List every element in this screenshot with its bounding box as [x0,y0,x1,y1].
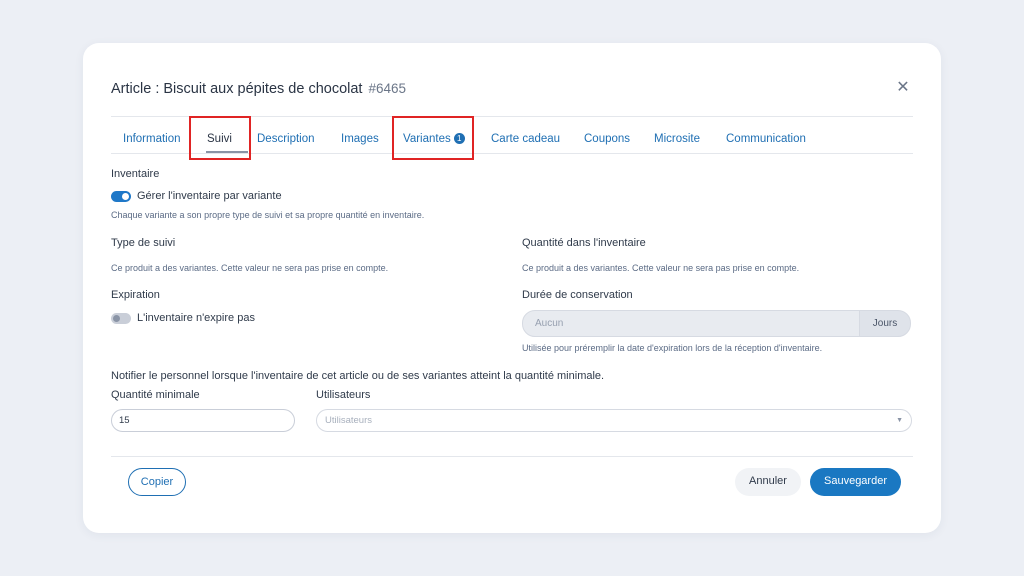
users-select[interactable]: Utilisateurs ▼ [316,409,912,432]
manage-by-variant-toggle[interactable] [111,191,131,202]
manage-by-variant-label: Gérer l'inventaire par variante [137,190,282,202]
notify-text: Notifier le personnel lorsque l'inventai… [111,370,605,382]
shelf-life-help: Utilisée pour préremplir la date d'expir… [522,343,823,353]
users-placeholder: Utilisateurs [325,415,372,426]
shelf-life-input[interactable]: Aucun [522,310,860,337]
article-id: #6465 [368,81,407,96]
cancel-button[interactable]: Annuler [735,468,801,496]
inventory-help: Chaque variante a son propre type de sui… [111,210,425,220]
tab-microsite[interactable]: Microsite [654,127,700,151]
users-label: Utilisateurs [316,389,371,401]
footer-divider [111,456,913,457]
highlight-suivi [189,116,251,160]
highlight-variantes [392,116,474,160]
tab-carte-cadeau[interactable]: Carte cadeau [491,127,560,151]
tab-images[interactable]: Images [341,127,379,151]
tab-information[interactable]: Information [123,127,181,151]
chevron-down-icon: ▼ [896,417,903,424]
shelf-life-unit: Jours [859,310,911,337]
expiration-toggle[interactable] [111,313,131,324]
expiration-toggle-label: L'inventaire n'expire pas [137,312,255,324]
close-icon[interactable]: ✕ [893,78,913,98]
min-quantity-label: Quantité minimale [111,389,200,401]
modal-header: Article : Biscuit aux pépites de chocola… [111,79,913,101]
inventory-quantity-note: Ce produit a des variantes. Cette valeur… [522,263,800,273]
tab-description[interactable]: Description [257,127,315,151]
copy-button[interactable]: Copier [128,468,186,496]
toggle-knob [113,315,120,322]
tracking-type-note: Ce produit a des variantes. Cette valeur… [111,263,389,273]
expiration-label: Expiration [111,289,160,301]
inventory-quantity-label: Quantité dans l'inventaire [522,237,646,249]
toggle-knob [122,193,129,200]
article-modal: Article : Biscuit aux pépites de chocola… [83,43,941,533]
save-button[interactable]: Sauvegarder [810,468,901,496]
tab-coupons[interactable]: Coupons [584,127,630,151]
min-quantity-input[interactable]: 15 [111,409,295,432]
tracking-type-label: Type de suivi [111,237,176,249]
modal-title-text: Article : Biscuit aux pépites de chocola… [111,81,363,97]
shelf-life-label: Durée de conservation [522,289,633,301]
modal-title: Article : Biscuit aux pépites de chocola… [111,81,406,97]
inventory-heading: Inventaire [111,168,160,180]
tab-communication[interactable]: Communication [726,127,806,151]
